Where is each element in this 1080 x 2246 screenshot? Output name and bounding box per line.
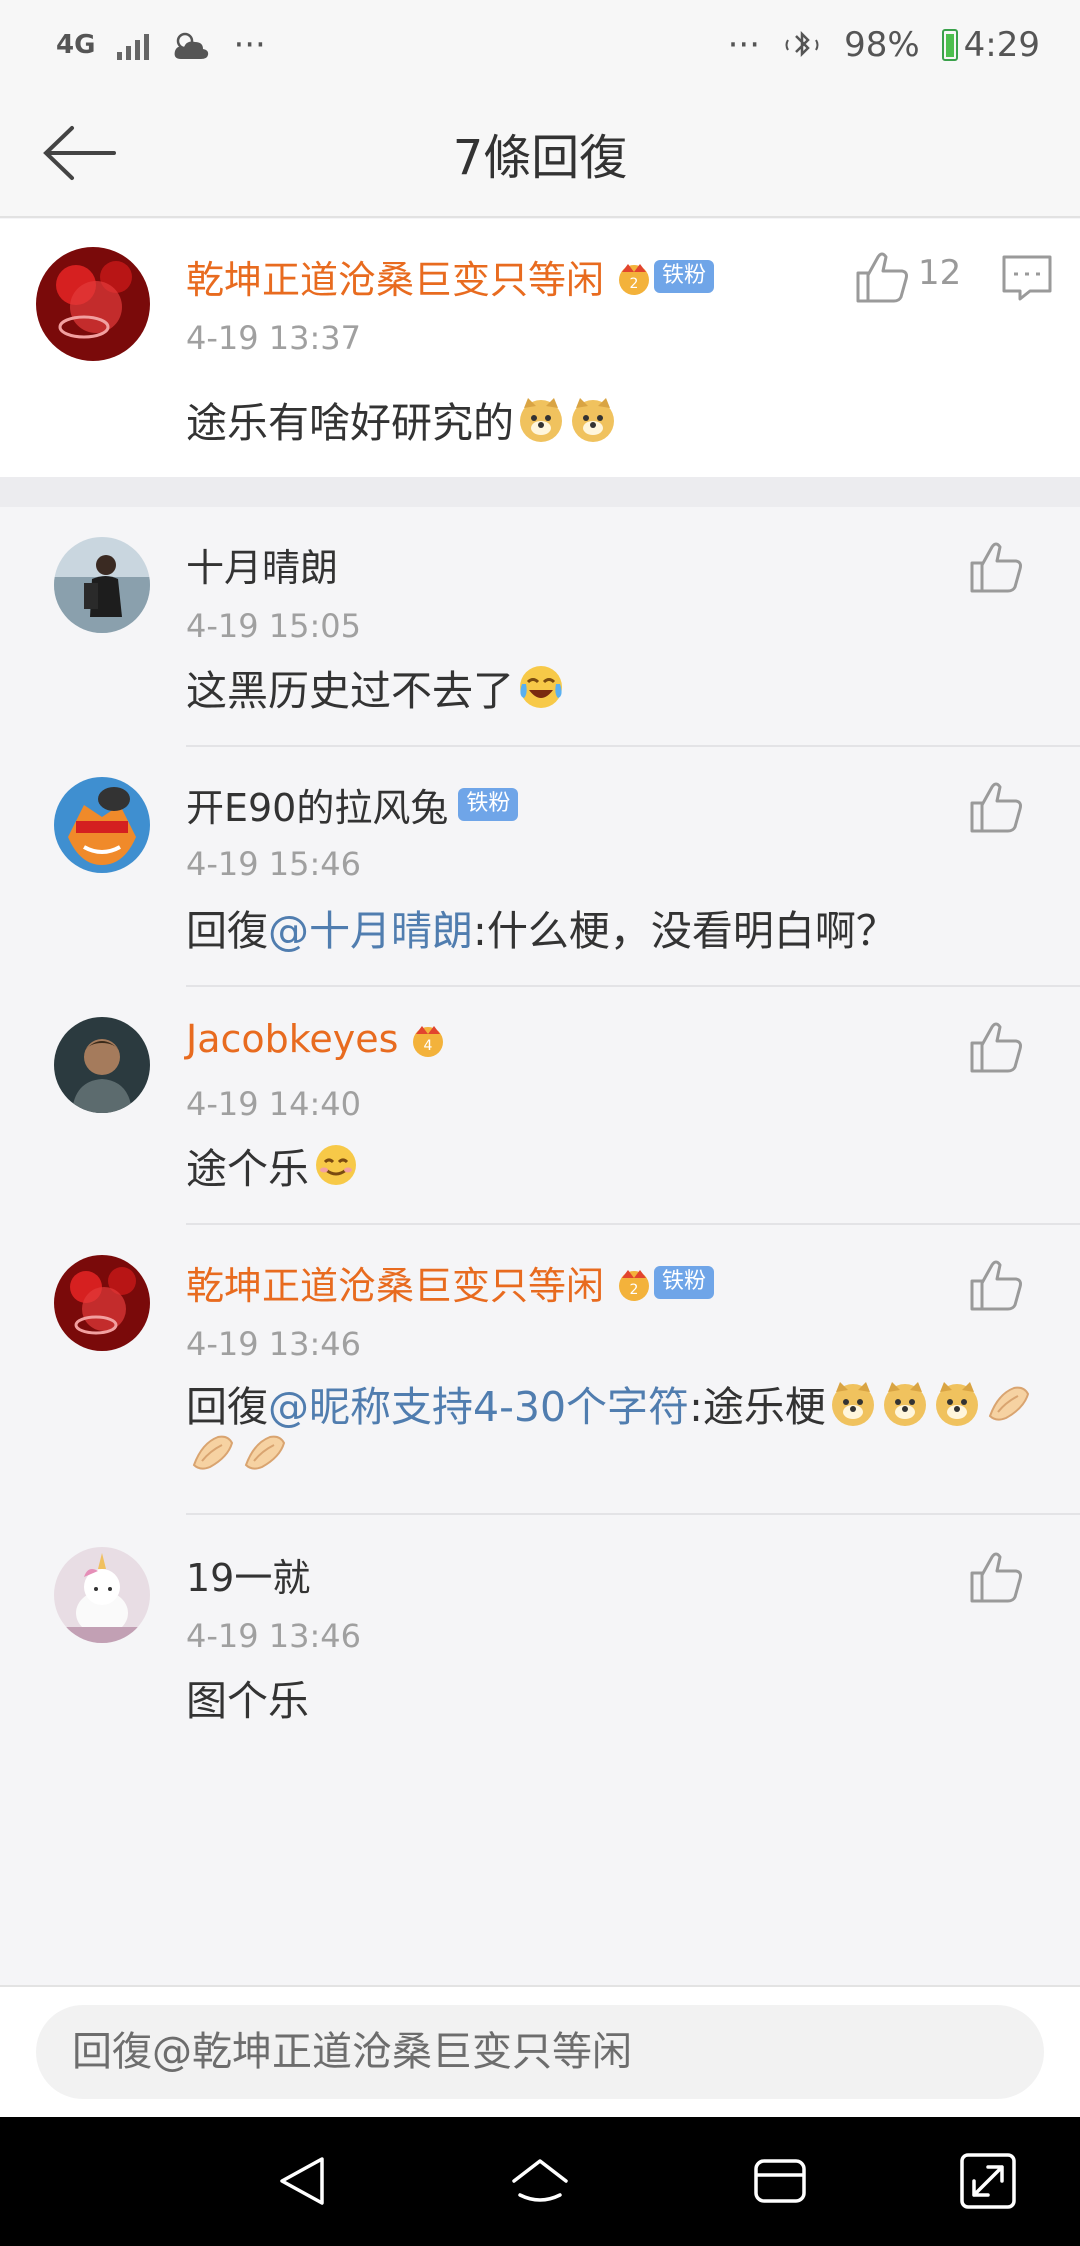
back-triangle-icon[interactable]	[270, 2147, 338, 2215]
reply-text: 图个乐	[186, 1677, 309, 1725]
network-indicator: 4G	[56, 30, 96, 60]
reply-time: 4-19 15:05	[186, 607, 362, 645]
reply-prefix: 回復	[186, 907, 268, 955]
comment-icon[interactable]	[1000, 253, 1054, 303]
status-bar: 4G ··· ··· 98% 4:29	[0, 0, 1080, 90]
more-notifications-right: ···	[727, 25, 761, 65]
mention-link[interactable]: @昵称支持4-30个字符	[268, 1373, 689, 1433]
reply-author[interactable]: 十月晴朗	[186, 537, 338, 592]
avatar[interactable]	[54, 777, 150, 873]
svg-text:4: 4	[424, 1038, 433, 1054]
vip-crown-icon: 2	[619, 263, 650, 295]
battery-icon	[941, 29, 958, 61]
like-icon[interactable]	[966, 1547, 1026, 1607]
reply-content: 途个乐	[186, 1135, 361, 1195]
author-name[interactable]: 乾坤正道沧桑巨变只等闲	[186, 1255, 604, 1310]
comment-content: 途乐有啥好研究的	[186, 389, 618, 449]
vip-crown-icon: 2	[619, 1269, 650, 1301]
back-arrow-icon[interactable]	[40, 120, 120, 186]
doge-emoji-icon	[883, 1382, 926, 1426]
comment-time: 4-19 13:37	[186, 319, 362, 357]
author-name[interactable]: 乾坤正道沧桑巨变只等闲	[186, 249, 604, 304]
status-right: ··· 98% 4:29	[728, 25, 1040, 65]
reply-text: 这黑历史过不去了	[186, 667, 514, 715]
reply-time: 4-19 13:46	[186, 1617, 362, 1655]
like-icon[interactable]	[966, 1017, 1026, 1077]
clap-hand-emoji-icon	[988, 1386, 1029, 1421]
reply-time: 4-19 13:46	[186, 1325, 362, 1363]
fan-badge: 铁粉	[458, 788, 519, 821]
avatar[interactable]	[54, 1017, 150, 1113]
fan-badge: 铁粉	[654, 260, 715, 293]
author-name[interactable]: Jacobkeyes	[186, 1017, 398, 1061]
status-time: 4:29	[963, 25, 1040, 65]
comment-text: 途乐有啥好研究的	[186, 399, 514, 447]
reply-time: 4-19 15:46	[186, 845, 362, 883]
reply-author[interactable]: 开E90的拉风兔 铁粉	[186, 777, 519, 832]
reply-time: 4-19 14:40	[186, 1085, 362, 1123]
signal-icon	[117, 30, 150, 60]
row-divider	[186, 985, 1080, 987]
section-divider	[0, 477, 1080, 507]
avatar[interactable]	[36, 247, 150, 361]
avatar[interactable]	[54, 1255, 150, 1351]
reply-author[interactable]: 乾坤正道沧桑巨变只等闲 2 铁粉	[186, 1255, 715, 1310]
reply-author[interactable]: 19一就	[186, 1547, 310, 1602]
row-divider	[186, 1223, 1080, 1225]
like-icon[interactable]	[966, 537, 1026, 597]
main-comment: 乾坤正道沧桑巨变只等闲 2 铁粉 4-19 13:37 途乐有啥好研究的 12	[0, 219, 1080, 477]
row-divider	[186, 745, 1080, 747]
reply-text: :什么梗，没看明白啊？	[473, 907, 897, 955]
svg-text:2: 2	[630, 276, 639, 292]
like-count: 12	[918, 253, 962, 293]
reply-author[interactable]: Jacobkeyes 4	[186, 1017, 448, 1061]
recent-apps-icon[interactable]	[746, 2147, 814, 2215]
reply-content: 回復 @昵称支持4-30个字符 :途乐梗	[186, 1373, 1034, 1433]
like-icon[interactable]	[966, 1255, 1026, 1315]
expand-icon[interactable]	[954, 2147, 1022, 2215]
page-title: 7條回復	[452, 130, 628, 186]
clap-hand-emoji-icon	[192, 1435, 234, 1470]
doge-emoji-icon	[572, 398, 614, 442]
reply-content: 回復 @十月晴朗 :什么梗，没看明白啊？	[186, 897, 897, 957]
row-divider	[186, 1513, 1080, 1515]
like-icon[interactable]	[966, 777, 1026, 837]
reply-content-wrap	[186, 1427, 290, 1477]
bluetooth-icon	[785, 30, 819, 58]
fan-badge: 铁粉	[654, 1266, 715, 1299]
svg-text:2: 2	[630, 1282, 639, 1298]
more-notifications-left: ···	[233, 25, 266, 65]
doge-emoji-icon	[520, 398, 562, 442]
reply-list: 十月晴朗 4-19 15:05 这黑历史过不去了 开E90的拉风兔 铁粉 4-1…	[0, 507, 1080, 1985]
system-nav-bar	[0, 2117, 1080, 2246]
home-icon[interactable]	[506, 2147, 574, 2215]
reply-text: :途乐梗	[689, 1383, 826, 1431]
reply-input[interactable]: 回復@乾坤正道沧桑巨变只等闲	[36, 2005, 1044, 2099]
battery-percent: 98%	[844, 25, 920, 65]
clap-hand-emoji-icon	[244, 1435, 286, 1470]
reply-prefix: 回復	[186, 1383, 268, 1431]
reply-content: 图个乐	[186, 1667, 309, 1727]
smile-emoji-icon	[316, 1145, 356, 1185]
like-icon[interactable]	[852, 247, 912, 307]
reply-content: 这黑历史过不去了	[186, 657, 566, 717]
comment-author[interactable]: 乾坤正道沧桑巨变只等闲 2 铁粉	[186, 249, 715, 304]
vip-crown-icon: 4	[413, 1026, 444, 1057]
reply-text: 途个乐	[186, 1145, 309, 1193]
mention-link[interactable]: @十月晴朗	[268, 897, 473, 957]
reply-input-bar: 回復@乾坤正道沧桑巨变只等闲	[0, 1985, 1080, 2117]
author-name[interactable]: 开E90的拉风兔	[186, 777, 448, 832]
avatar[interactable]	[54, 1547, 150, 1643]
doge-emoji-icon	[831, 1382, 874, 1426]
status-left: 4G ···	[56, 25, 266, 65]
doge-emoji-icon	[935, 1382, 978, 1426]
laugh-cry-emoji-icon	[520, 666, 562, 708]
nav-bar: 7條回復	[0, 90, 1080, 218]
weather-icon	[175, 32, 209, 59]
avatar[interactable]	[54, 537, 150, 633]
